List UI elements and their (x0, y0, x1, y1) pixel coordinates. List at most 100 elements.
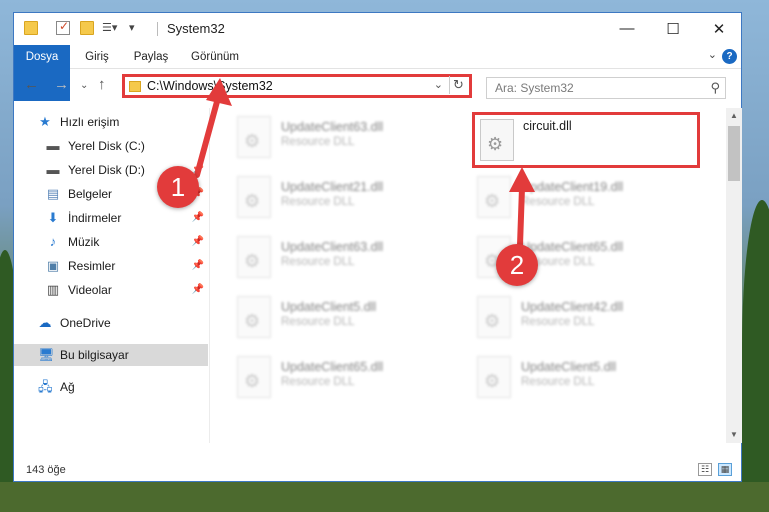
file-item[interactable]: UpdateClient5.dll Resource DLL (473, 354, 703, 410)
step-badge-1: 1 (157, 166, 199, 208)
file-item[interactable]: UpdateClient19.dll Resource DLL (473, 174, 703, 230)
title-separator (157, 22, 158, 36)
sidebar-item-pictures[interactable]: ▣ Resimler 📌 (14, 255, 208, 277)
sidebar-item-local-disk-c[interactable]: ▬ Yerel Disk (C:) (14, 135, 208, 157)
file-item[interactable]: UpdateClient63.dll Resource DLL (233, 234, 463, 290)
sidebar-item-label: Belgeler (68, 187, 113, 201)
help-icon[interactable]: ? (722, 49, 737, 64)
item-count: 143 öğe (26, 464, 66, 476)
pictures-icon: ▣ (46, 258, 60, 273)
refresh-icon[interactable]: ↻ (449, 76, 467, 94)
file-name: UpdateClient5.dll (521, 360, 617, 374)
file-item[interactable]: UpdateClient5.dll Resource DLL (233, 294, 463, 350)
file-name: UpdateClient19.dll (521, 180, 624, 194)
file-name: UpdateClient65.dll (521, 240, 624, 254)
forward-button[interactable]: → (54, 76, 69, 93)
title-bar: ☰▾ ▾ System32 — ☐ ✕ (14, 13, 741, 45)
file-type: Resource DLL (281, 256, 355, 268)
sidebar-item-videos[interactable]: ▥ Videolar 📌 (14, 279, 208, 301)
properties-icon[interactable] (56, 19, 70, 35)
sidebar-item-label: Ağ (60, 380, 75, 394)
sidebar-item-label: Bu bilgisayar (60, 348, 129, 362)
address-bar[interactable]: C:\Windows\System32 ⌄ ↻ (122, 74, 472, 98)
sidebar-item-network[interactable]: 🖧 Ağ (14, 376, 208, 398)
search-input[interactable]: Ara: System32 ⚲ (486, 77, 726, 99)
dll-file-icon (237, 116, 271, 158)
file-item[interactable]: UpdateClient21.dll Resource DLL (233, 174, 463, 230)
chevron-down-icon[interactable]: ▾ (129, 21, 143, 35)
file-type: Resource DLL (521, 316, 595, 328)
sidebar-item-label: Yerel Disk (C:) (68, 139, 145, 153)
sidebar-item-label: Yerel Disk (D:) (68, 163, 145, 177)
dll-file-icon (237, 296, 271, 338)
details-view-icon[interactable]: ☷ (698, 463, 712, 476)
explorer-window: ☰▾ ▾ System32 — ☐ ✕ Dosya Giriş Paylaş G… (13, 12, 742, 482)
file-type: Resource DLL (281, 376, 355, 388)
background-tree (742, 200, 769, 500)
new-folder-icon[interactable] (80, 21, 94, 35)
drive-icon: ▬ (46, 138, 60, 153)
back-button[interactable]: ← (24, 76, 39, 93)
sidebar-item-this-pc[interactable]: 🖥 Bu bilgisayar (14, 344, 208, 366)
pin-icon[interactable]: 📌 (192, 284, 204, 295)
sidebar-item-label: Müzik (68, 235, 100, 249)
sidebar-item-music[interactable]: ♪ Müzik 📌 (14, 231, 208, 253)
file-name: UpdateClient65.dll (281, 360, 384, 374)
sidebar-item-downloads[interactable]: ⬇ İndirmeler 📌 (14, 207, 208, 229)
tab-share[interactable]: Paylaş (126, 45, 176, 69)
file-name: circuit.dll (523, 119, 572, 133)
sidebar-item-onedrive[interactable]: ☁ OneDrive (14, 312, 208, 334)
folder-icon (129, 81, 141, 92)
sidebar-item-label: OneDrive (60, 316, 111, 330)
dll-file-icon (480, 119, 514, 161)
dll-file-icon (237, 356, 271, 398)
download-icon: ⬇ (47, 210, 59, 225)
dll-file-icon (477, 356, 511, 398)
recent-locations-button[interactable]: ⌄ (80, 80, 88, 91)
close-button[interactable]: ✕ (696, 13, 742, 44)
sidebar-item-quick-access[interactable]: ★ Hızlı erişim (14, 111, 208, 133)
file-item-circuit-dll[interactable]: circuit.dll (472, 112, 700, 168)
sidebar-item-label: Videolar (68, 283, 112, 297)
videos-icon: ▥ (46, 282, 60, 297)
file-item[interactable]: UpdateClient63.dll Resource DLL (233, 114, 463, 170)
file-name: UpdateClient63.dll (281, 240, 384, 254)
tab-view[interactable]: Görünüm (184, 45, 246, 69)
cloud-icon: ☁ (38, 315, 52, 330)
search-icon[interactable]: ⚲ (710, 80, 720, 96)
pane-divider (209, 108, 210, 443)
navigation-pane: ★ Hızlı erişim ▬ Yerel Disk (C:) ▬ Yerel… (14, 108, 210, 443)
star-icon: ★ (39, 114, 51, 129)
scroll-down-icon[interactable]: ▼ (726, 427, 742, 443)
scroll-up-icon[interactable]: ▲ (726, 108, 742, 124)
chevron-down-icon[interactable]: ⌄ (434, 78, 443, 91)
up-button[interactable]: ↑ (98, 76, 106, 93)
computer-icon: 🖥 (38, 347, 55, 362)
step-badge-2: 2 (496, 244, 538, 286)
maximize-button[interactable]: ☐ (650, 13, 696, 44)
documents-icon: ▤ (46, 186, 60, 201)
file-type: Resource DLL (281, 136, 355, 148)
file-name: UpdateClient21.dll (281, 180, 384, 194)
ribbon-tabs: Dosya Giriş Paylaş Görünüm ⌄ ? (14, 45, 741, 101)
minimize-button[interactable]: — (604, 13, 650, 44)
pin-icon[interactable]: 📌 (192, 260, 204, 271)
address-path[interactable]: C:\Windows\System32 (147, 79, 273, 93)
file-type: Resource DLL (521, 376, 595, 388)
vertical-scrollbar[interactable]: ▲ ▼ (726, 108, 742, 443)
pin-icon[interactable]: 📌 (192, 236, 204, 247)
pin-icon[interactable]: 📌 (192, 212, 204, 223)
file-type: Resource DLL (281, 196, 355, 208)
drive-icon: ▬ (46, 162, 60, 177)
file-item[interactable]: UpdateClient65.dll Resource DLL (233, 354, 463, 410)
file-name: UpdateClient63.dll (281, 120, 384, 134)
navigation-bar: ← → ⌄ ↑ C:\Windows\System32 ⌄ ↻ Ara: Sys… (14, 70, 741, 104)
scrollbar-thumb[interactable] (728, 126, 740, 181)
dll-file-icon (477, 296, 511, 338)
tab-home[interactable]: Giriş (76, 45, 118, 69)
file-item[interactable]: UpdateClient42.dll Resource DLL (473, 294, 703, 350)
expand-ribbon-icon[interactable]: ⌄ (708, 48, 717, 61)
file-type: Resource DLL (521, 196, 595, 208)
customize-toolbar-icon[interactable]: ☰▾ (102, 21, 126, 35)
large-icons-view-icon[interactable]: ▦ (718, 463, 732, 476)
